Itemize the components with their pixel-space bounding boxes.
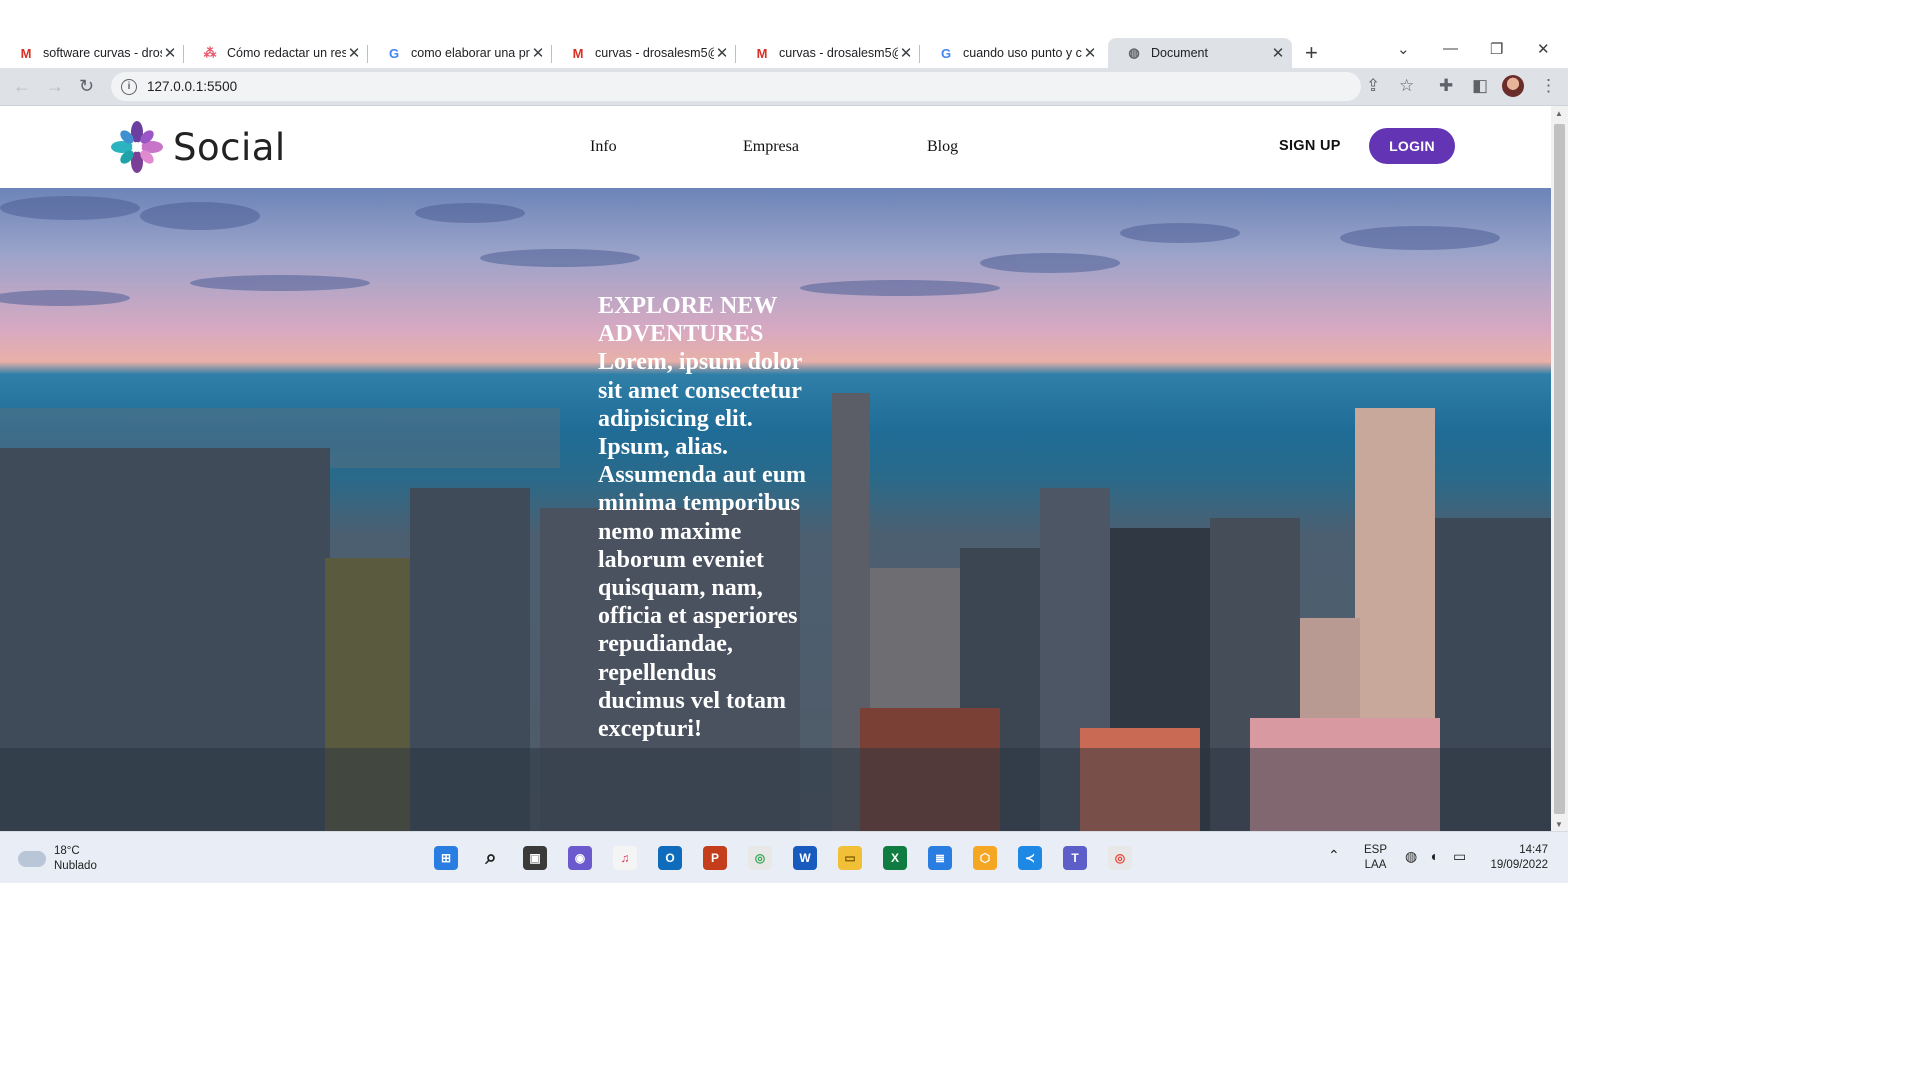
gmail-icon: M bbox=[572, 45, 584, 61]
app-hexagon-icon[interactable]: ⬡ bbox=[973, 846, 997, 870]
google-icon: G bbox=[940, 45, 952, 61]
network-icon[interactable]: ◍ bbox=[1405, 849, 1417, 864]
page-viewport: Social Info Empresa Blog SIGN UP LOGIN E… bbox=[0, 106, 1551, 831]
flower-logo-icon bbox=[111, 121, 163, 173]
windows-taskbar: 18°C Nublado ⊞ ⌕ ▣ ◉ ♫ O P ◎ W ▭ X ≣ ⬡ ≺… bbox=[0, 831, 1568, 883]
profile-avatar[interactable] bbox=[1502, 75, 1524, 97]
back-icon[interactable]: ← bbox=[13, 76, 31, 97]
scrollbar-thumb[interactable] bbox=[1554, 124, 1565, 814]
asana-icon: ⁂ bbox=[203, 45, 217, 60]
hero-heading: EXPLORE NEW ADVENTURES bbox=[598, 293, 777, 348]
weather-widget[interactable]: 18°C Nublado bbox=[18, 844, 97, 874]
url-text[interactable]: 127.0.0.1:5500 bbox=[147, 79, 237, 94]
tab-title: curvas - drosalesm5@ bbox=[779, 46, 898, 60]
cloud-icon bbox=[18, 851, 46, 867]
close-icon[interactable]: ✕ bbox=[346, 44, 362, 62]
teams-icon[interactable]: T bbox=[1063, 846, 1087, 870]
minimize-icon[interactable]: — bbox=[1443, 40, 1458, 57]
address-bar[interactable]: i 127.0.0.1:5500 bbox=[111, 72, 1361, 101]
google-icon: G bbox=[388, 45, 400, 61]
window-close-icon[interactable]: ✕ bbox=[1537, 40, 1550, 58]
scroll-up-icon[interactable]: ▲ bbox=[1555, 109, 1563, 118]
tab-title: cuando uso punto y c bbox=[963, 46, 1082, 60]
gmail-icon: M bbox=[20, 45, 32, 61]
close-icon[interactable]: ✕ bbox=[1270, 44, 1286, 62]
battery-icon[interactable]: ▭ bbox=[1453, 849, 1466, 864]
nav-link-empresa[interactable]: Empresa bbox=[743, 138, 799, 156]
new-tab-icon[interactable]: + bbox=[1305, 40, 1318, 66]
outlook-icon[interactable]: O bbox=[658, 846, 682, 870]
side-panel-icon[interactable]: ◧ bbox=[1472, 76, 1488, 96]
gmail-icon: M bbox=[756, 45, 768, 61]
browser-tab[interactable]: G como elaborar una pr ✕ bbox=[368, 38, 552, 68]
language-indicator[interactable]: ESP LAA bbox=[1364, 843, 1387, 873]
word-icon[interactable]: W bbox=[793, 846, 817, 870]
chrome-profile-icon[interactable]: ◎ bbox=[1108, 846, 1132, 870]
search-icon[interactable]: ⌕ bbox=[479, 846, 503, 870]
notepad-icon[interactable]: ≣ bbox=[928, 846, 952, 870]
page-scrollbar[interactable]: ▲ ▼ bbox=[1551, 106, 1568, 831]
weather-desc: Nublado bbox=[54, 860, 97, 872]
site-logo[interactable]: Social bbox=[110, 120, 286, 174]
forward-icon[interactable]: → bbox=[46, 76, 64, 97]
close-icon[interactable]: ✕ bbox=[530, 44, 546, 62]
tab-title: Document bbox=[1151, 46, 1208, 60]
browser-tab[interactable]: M software curvas - dros ✕ bbox=[0, 38, 184, 68]
site-header: Social Info Empresa Blog SIGN UP LOGIN bbox=[0, 106, 1551, 189]
clock-time: 14:47 bbox=[1519, 844, 1548, 856]
excel-icon[interactable]: X bbox=[883, 846, 907, 870]
globe-icon: ◍ bbox=[1128, 45, 1140, 60]
sign-up-link[interactable]: SIGN UP bbox=[1279, 138, 1341, 154]
extensions-icon[interactable]: ✚ bbox=[1439, 76, 1453, 96]
task-view-icon[interactable]: ▣ bbox=[523, 846, 547, 870]
browser-tab-strip: M software curvas - dros ✕ ⁂ Cómo redact… bbox=[0, 0, 1568, 68]
volume-icon[interactable]: ◖ bbox=[1429, 849, 1437, 864]
tab-title: software curvas - dros bbox=[43, 46, 162, 60]
clock[interactable]: 14:47 19/09/2022 bbox=[1484, 843, 1548, 873]
nav-link-blog[interactable]: Blog bbox=[927, 138, 958, 156]
chat-icon[interactable]: ◉ bbox=[568, 846, 592, 870]
close-icon[interactable]: ✕ bbox=[714, 44, 730, 62]
site-info-icon[interactable]: i bbox=[121, 78, 137, 95]
powerpoint-icon[interactable]: P bbox=[703, 846, 727, 870]
browser-tab[interactable]: G cuando uso punto y c ✕ bbox=[920, 38, 1104, 68]
tab-title: como elaborar una pr bbox=[411, 46, 530, 60]
language-code: ESP bbox=[1364, 844, 1388, 856]
hero-paragraph: Lorem, ipsum dolor sit amet consectetur … bbox=[598, 349, 807, 743]
close-icon[interactable]: ✕ bbox=[162, 44, 178, 62]
close-icon[interactable]: ✕ bbox=[898, 44, 914, 62]
hero-section: EXPLORE NEW ADVENTURES Lorem, ipsum dolo… bbox=[0, 188, 1551, 831]
chrome-icon[interactable]: ◎ bbox=[748, 846, 772, 870]
hero-text: EXPLORE NEW ADVENTURES Lorem, ipsum dolo… bbox=[598, 292, 808, 743]
browser-toolbar: ← → ↻ i 127.0.0.1:5500 ⇪ ☆ ✚ ◧ ⋮ bbox=[0, 68, 1568, 106]
windows-start-icon[interactable]: ⊞ bbox=[434, 846, 458, 870]
keyboard-layout: LAA bbox=[1364, 859, 1387, 871]
share-icon[interactable]: ⇪ bbox=[1366, 76, 1380, 96]
weather-temp: 18°C bbox=[54, 845, 80, 857]
vscode-icon[interactable]: ≺ bbox=[1018, 846, 1042, 870]
browser-tab[interactable]: M curvas - drosalesm5@ ✕ bbox=[552, 38, 736, 68]
brand-name: Social bbox=[173, 125, 286, 169]
tab-search-icon[interactable]: ⌄ bbox=[1397, 40, 1410, 58]
browser-tab-active[interactable]: ◍ Document ✕ bbox=[1108, 38, 1292, 68]
bookmark-star-icon[interactable]: ☆ bbox=[1399, 76, 1414, 96]
nav-link-info[interactable]: Info bbox=[590, 138, 617, 156]
login-button[interactable]: LOGIN bbox=[1369, 128, 1455, 164]
browser-tab[interactable]: M curvas - drosalesm5@ ✕ bbox=[736, 38, 920, 68]
scroll-down-icon[interactable]: ▼ bbox=[1555, 820, 1563, 829]
tray-chevron-icon[interactable]: ⌃ bbox=[1328, 848, 1340, 863]
itunes-icon[interactable]: ♫ bbox=[613, 846, 637, 870]
maximize-icon[interactable]: ❐ bbox=[1490, 40, 1503, 58]
reload-icon[interactable]: ↻ bbox=[79, 76, 94, 97]
browser-tab[interactable]: ⁂ Cómo redactar un res ✕ bbox=[184, 38, 368, 68]
clock-date: 19/09/2022 bbox=[1490, 859, 1548, 871]
tab-title: curvas - drosalesm5@ bbox=[595, 46, 714, 60]
close-icon[interactable]: ✕ bbox=[1082, 44, 1098, 62]
tab-title: Cómo redactar un res bbox=[227, 46, 346, 60]
menu-dots-icon[interactable]: ⋮ bbox=[1540, 76, 1557, 96]
file-explorer-icon[interactable]: ▭ bbox=[838, 846, 862, 870]
